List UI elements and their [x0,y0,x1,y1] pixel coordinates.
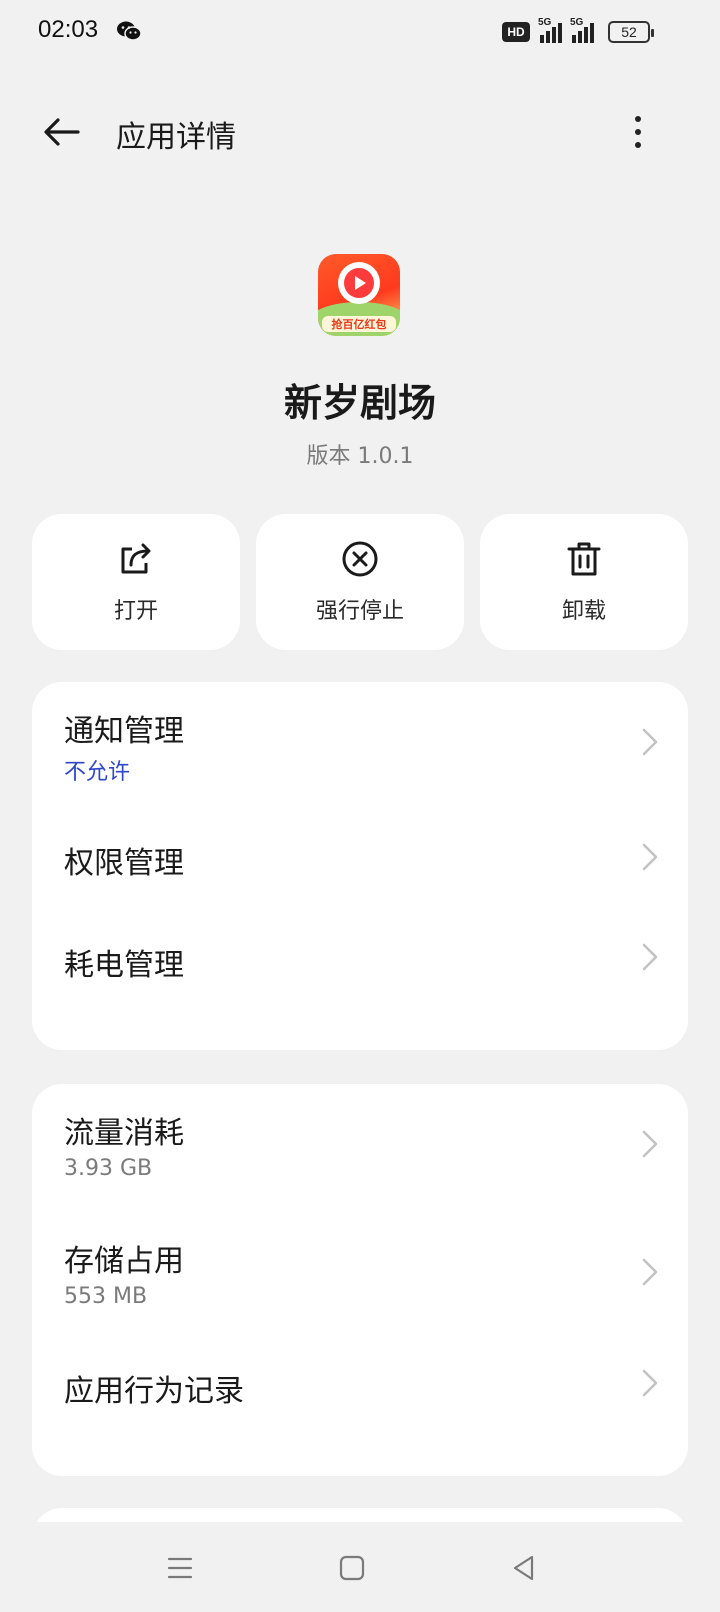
chevron-right-icon [642,943,658,971]
chevron-right-icon [642,1258,658,1286]
app-details-screen: 02:03 HD 5G 5G 52 应用详情 抢百亿红包 新岁剧场 版本 1.0… [0,0,720,1612]
chevron-right-icon [642,1369,658,1397]
close-circle-icon [342,541,378,577]
row-title: 通知管理 [64,714,184,749]
signal-icon-sim2: 5G [570,17,594,43]
system-navigation-bar [0,1522,720,1612]
row-subtitle: 553 MB [64,1284,148,1309]
signal-1-network-label: 5G [538,17,552,28]
page-title: 应用详情 [116,120,236,155]
storage-usage-row[interactable]: 存储占用 553 MB [32,1212,688,1340]
row-title: 应用行为记录 [64,1374,244,1409]
row-title: 流量消耗 [64,1116,184,1151]
open-button-label: 打开 [113,599,158,624]
back-button[interactable] [36,110,88,154]
row-title: 存储占用 [64,1244,184,1279]
data-usage-row[interactable]: 流量消耗 3.93 GB [32,1084,688,1212]
menu-icon [167,1557,193,1579]
row-subtitle: 3.93 GB [64,1156,153,1181]
home-button[interactable] [328,1544,376,1592]
uninstall-button-label: 卸载 [561,599,606,624]
action-buttons: 打开 强行停止 卸载 [32,514,688,650]
battery-management-row[interactable]: 耗电管理 [32,922,688,1034]
battery-icon: 52 [608,21,654,43]
app-behavior-record-row[interactable]: 应用行为记录 [32,1340,688,1460]
status-bar: 02:03 HD 5G 5G 52 [0,0,720,64]
permission-management-row[interactable]: 权限管理 [32,810,688,922]
row-subtitle: 不允许 [64,760,131,785]
uninstall-button[interactable]: 卸载 [480,514,688,650]
chevron-right-icon [642,1130,658,1158]
status-time: 02:03 [38,16,99,43]
open-button[interactable]: 打开 [32,514,240,650]
home-square-icon [339,1555,365,1581]
back-triangle-icon [513,1555,534,1581]
row-title: 耗电管理 [64,948,184,983]
wechat-icon [117,21,142,41]
hd-voice-badge: HD [502,22,530,42]
app-version: 版本 1.0.1 [306,444,414,469]
app-icon: 抢百亿红包 [318,254,400,336]
settings-card-usage: 流量消耗 3.93 GB 存储占用 553 MB 应用行为记录 [32,1084,688,1476]
share-open-icon [121,543,151,574]
more-options-button[interactable] [618,110,658,154]
app-name: 新岁剧场 [283,381,436,425]
signal-icon-sim1: 5G [538,17,562,43]
recent-apps-button[interactable] [156,1544,204,1592]
force-stop-button-label: 强行停止 [315,599,404,624]
notification-management-row[interactable]: 通知管理 不允许 [32,682,688,810]
back-nav-button[interactable] [500,1544,548,1592]
more-vertical-icon [635,116,641,122]
row-title: 权限管理 [64,846,184,881]
chevron-right-icon [642,843,658,871]
play-icon [338,262,380,304]
arrow-left-icon [44,118,80,146]
trash-icon [567,542,601,576]
chevron-right-icon [642,728,658,756]
app-icon-text: 抢百亿红包 [322,316,396,332]
force-stop-button[interactable]: 强行停止 [256,514,464,650]
settings-card-management: 通知管理 不允许 权限管理 耗电管理 [32,682,688,1050]
battery-level: 52 [621,24,637,40]
top-app-bar: 应用详情 [0,96,720,168]
status-indicators: HD 5G 5G 52 [502,17,654,46]
signal-2-network-label: 5G [570,17,584,28]
